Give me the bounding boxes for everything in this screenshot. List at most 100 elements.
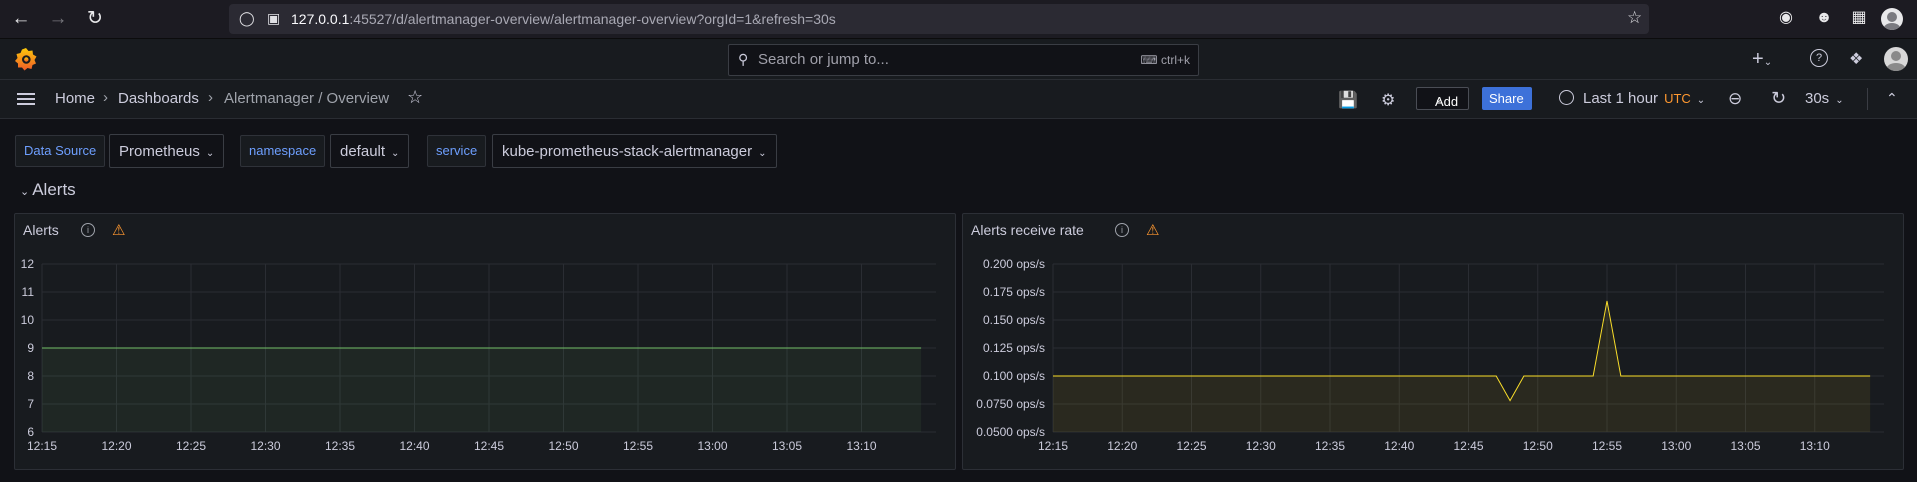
variable-value-datasource: Prometheus xyxy=(119,143,200,160)
time-range-picker[interactable]: Last 1 hour UTC ⌄ xyxy=(1583,90,1705,107)
x-tick-label: 12:40 xyxy=(399,439,429,453)
row-title: Alerts xyxy=(32,180,76,199)
chart-alerts-receive-rate: 0.200 ops/s 0.175 ops/s 0.150 ops/s 0.125 o… xyxy=(976,257,1884,453)
variable-select-datasource[interactable]: Prometheus ⌄ xyxy=(109,134,225,168)
x-tick-label: 12:30 xyxy=(1246,439,1276,453)
chevron-down-icon: ⌄ xyxy=(205,148,215,159)
x-tick-label: 12:50 xyxy=(1523,439,1553,453)
add-button[interactable]: Add ⌄ xyxy=(1416,87,1469,110)
url-text[interactable]: 127.0.0.1:45527/d/alertmanager-overview/… xyxy=(291,11,836,27)
variable-value-namespace: default xyxy=(340,143,386,160)
x-tick-label: 12:55 xyxy=(1592,439,1622,453)
x-tick-label: 12:20 xyxy=(101,439,131,453)
x-tick-label: 12:30 xyxy=(250,439,280,453)
y-tick-label: 0.0500 ops/s xyxy=(976,425,1045,439)
panel-alerts-receive-rate: Alerts receive rate i ⚠ 0.200 ops/s 0.175… xyxy=(962,213,1904,470)
x-tick-label: 12:25 xyxy=(1176,439,1206,453)
search-shortcut: ⌨ ctrl+k xyxy=(1140,53,1190,67)
y-tick-label: 0.100 ops/s xyxy=(983,369,1045,383)
extensions-icon[interactable]: ▦ xyxy=(1849,8,1869,28)
x-tick-label: 13:00 xyxy=(1661,439,1691,453)
variable-value-service: kube-prometheus-stack-alertmanager xyxy=(502,143,753,160)
y-tick-label: 6 xyxy=(27,425,34,439)
zoom-out-icon[interactable]: ⊖ xyxy=(1728,89,1742,109)
x-tick-label: 12:50 xyxy=(548,439,578,453)
x-tick-label: 13:10 xyxy=(846,439,876,453)
x-tick-label: 13:05 xyxy=(1730,439,1760,453)
menu-hamburger-icon[interactable] xyxy=(17,93,35,105)
news-rss-icon[interactable]: ❖ xyxy=(1849,49,1863,69)
url-path: :45527/d/alertmanager-overview/alertmana… xyxy=(349,11,836,27)
browser-toolbar: ← → ↻ ◯ ▣ 127.0.0.1:45527/d/alertmanager… xyxy=(0,0,1917,39)
bookmark-star-icon[interactable]: ☆ xyxy=(1627,8,1642,28)
breadcrumb-dashboards[interactable]: Dashboards xyxy=(118,90,199,107)
series-area xyxy=(42,348,922,432)
x-tick-label: 12:15 xyxy=(1038,439,1068,453)
refresh-interval-picker[interactable]: 30s ⌄ xyxy=(1805,90,1844,107)
shortcut-text: ctrl+k xyxy=(1160,53,1190,67)
url-host: 127.0.0.1 xyxy=(291,11,350,27)
reload-icon[interactable]: ↻ xyxy=(82,6,108,32)
chevron-down-icon: ⌄ xyxy=(1835,95,1844,106)
y-tick-label: 10 xyxy=(21,313,35,327)
variable-label-namespace: namespace xyxy=(240,135,326,167)
account-icon[interactable]: ☻ xyxy=(1814,8,1834,28)
variable-select-namespace[interactable]: default ⌄ xyxy=(330,134,410,168)
share-label: Share xyxy=(1489,91,1524,106)
x-tick-label: 12:40 xyxy=(1384,439,1414,453)
refresh-interval-label: 30s xyxy=(1805,90,1830,107)
y-tick-label: 0.200 ops/s xyxy=(983,257,1045,271)
shield-icon[interactable]: ◯ xyxy=(239,10,255,27)
save-dashboard-icon[interactable]: 💾 xyxy=(1338,90,1358,110)
y-tick-label: 7 xyxy=(27,397,34,411)
chart-alerts: 12 11 10 9 8 7 612:15 12:20 12:25 12:30 12:35 12:40… xyxy=(21,257,936,453)
x-tick-label: 12:15 xyxy=(27,439,57,453)
grafana-logo-icon[interactable] xyxy=(14,47,38,71)
pocket-icon[interactable]: ◉ xyxy=(1776,8,1796,28)
url-bar[interactable]: ◯ ▣ 127.0.0.1:45527/d/alertmanager-overv… xyxy=(229,4,1649,34)
clock-icon xyxy=(1559,90,1574,105)
breadcrumb-separator-icon: › xyxy=(208,89,213,106)
row-header-alerts[interactable]: ⌄ Alerts xyxy=(20,180,76,200)
breadcrumb-separator-icon: › xyxy=(103,89,108,106)
x-tick-label: 13:00 xyxy=(697,439,727,453)
x-tick-label: 12:45 xyxy=(474,439,504,453)
settings-gear-icon[interactable]: ⚙ xyxy=(1381,90,1395,110)
back-icon[interactable]: ← xyxy=(8,6,34,32)
y-tick-label: 0.125 ops/s xyxy=(983,341,1045,355)
toolbar-divider xyxy=(1867,88,1868,110)
y-tick-label: 8 xyxy=(27,369,34,383)
new-plus-icon[interactable]: +⌄ xyxy=(1752,48,1772,71)
favorite-star-icon[interactable]: ☆ xyxy=(407,87,423,108)
browser-profile-avatar[interactable] xyxy=(1881,8,1903,30)
x-tick-label: 13:05 xyxy=(772,439,802,453)
search-input[interactable]: ⚲ Search or jump to... ⌨ ctrl+k xyxy=(728,44,1199,76)
x-tick-label: 12:55 xyxy=(623,439,653,453)
collapse-chevron-up-icon[interactable]: ⌃ xyxy=(1886,90,1898,107)
x-tick-label: 12:20 xyxy=(1107,439,1137,453)
series-area xyxy=(1053,300,1871,432)
page-info-icon[interactable]: ▣ xyxy=(267,10,280,27)
refresh-icon[interactable]: ↻ xyxy=(1771,88,1786,109)
share-button[interactable]: Share xyxy=(1482,87,1532,110)
help-icon[interactable]: ? xyxy=(1810,49,1828,67)
user-avatar[interactable] xyxy=(1884,47,1908,71)
x-tick-label: 12:35 xyxy=(1315,439,1345,453)
y-tick-label: 12 xyxy=(21,257,35,271)
time-range-label: Last 1 hour xyxy=(1583,90,1659,107)
y-tick-label: 0.175 ops/s xyxy=(983,285,1045,299)
chevron-down-icon: ⌄ xyxy=(1696,95,1706,106)
x-tick-label: 12:35 xyxy=(325,439,355,453)
chevron-down-icon: ⌄ xyxy=(20,186,30,198)
x-tick-label: 12:25 xyxy=(176,439,206,453)
y-tick-label: 0.0750 ops/s xyxy=(976,397,1045,411)
forward-icon[interactable]: → xyxy=(45,6,71,32)
chevron-down-icon: ⌄ xyxy=(391,148,400,159)
y-tick-label: 11 xyxy=(22,285,35,299)
x-tick-label: 13:10 xyxy=(1800,439,1830,453)
y-tick-label: 9 xyxy=(27,341,34,355)
variable-select-service[interactable]: kube-prometheus-stack-alertmanager ⌄ xyxy=(492,134,777,168)
panel-alerts: Alerts i ⚠ 12 11 10 9 8 7 6 12:15 12:20 12:25 12:3… xyxy=(14,213,956,470)
variable-label-service: service xyxy=(427,135,487,167)
breadcrumb-home[interactable]: Home xyxy=(55,90,95,107)
